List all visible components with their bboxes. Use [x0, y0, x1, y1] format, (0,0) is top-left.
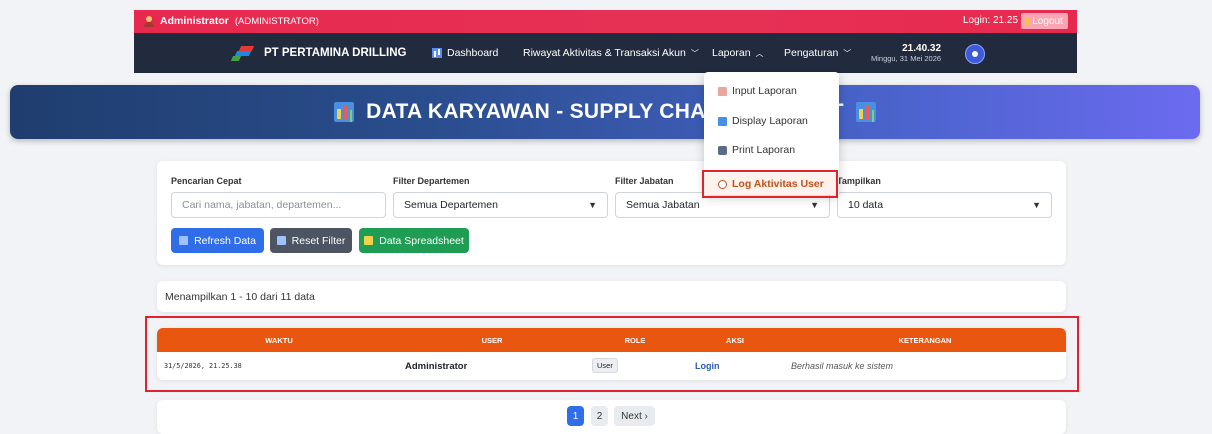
spreadsheet-label: Data Spreadsheet [379, 234, 464, 247]
logout-label: Logout [1032, 15, 1063, 27]
jabatan-filter-value: Semua Jabatan [626, 199, 700, 211]
printer-icon [718, 145, 727, 155]
chevron-down-icon: ▼ [1032, 200, 1041, 210]
clock-date: Minggu, 31 Mei 2026 [871, 54, 942, 63]
nav-dashboard-label: Dashboard [447, 47, 499, 59]
dept-filter-label: Filter Departemen [393, 176, 470, 186]
clock-time: 21.40.32 [902, 43, 942, 54]
refresh-icon [179, 236, 189, 245]
brand[interactable]: PT PERTAMINA DRILLING [230, 46, 407, 61]
menu-item-label: Input Laporan [732, 85, 797, 97]
logout-button[interactable]: Logout [1021, 13, 1068, 29]
brand-name: PT PERTAMINA DRILLING [264, 47, 407, 59]
menu-highlight-box [702, 170, 838, 198]
search-label: Pencarian Cepat [171, 176, 242, 186]
menu-item-input-laporan[interactable]: Input Laporan [718, 85, 797, 97]
spreadsheet-icon [364, 236, 374, 245]
refresh-button[interactable]: Refresh Data [171, 228, 264, 253]
user-name: Administrator [160, 15, 229, 27]
menu-item-label: Display Laporan [732, 115, 808, 127]
chevron-down-icon: ﹀ [690, 48, 699, 58]
table-highlight-box [145, 316, 1079, 392]
pagination: 1 2 Next › [157, 400, 1066, 434]
bar-chart-icon [334, 102, 355, 122]
pertamina-logo-icon [230, 46, 255, 61]
dept-filter-value: Semua Departemen [404, 199, 498, 211]
page-size-select[interactable]: 10 data ▼ [837, 192, 1052, 218]
chevron-down-icon: ▼ [810, 200, 819, 210]
dept-filter-select[interactable]: Semua Departemen ▼ [393, 192, 608, 218]
reset-icon [276, 236, 286, 245]
nav-dashboard[interactable]: Dashboard [432, 47, 498, 59]
jabatan-filter-label: Filter Jabatan [615, 176, 674, 186]
spreadsheet-button[interactable]: Data Spreadsheet [359, 228, 469, 253]
memo-icon [718, 86, 727, 96]
nav-laporan[interactable]: Laporan ︿ [712, 47, 764, 59]
reset-label: Reset Filter [291, 234, 346, 247]
page-button-2[interactable]: 2 [591, 406, 608, 426]
page-button-1[interactable]: 1 [567, 406, 584, 426]
user-icon [144, 15, 154, 27]
search-input[interactable]: Cari nama, jabatan, departemen... [171, 192, 386, 218]
nav-riwayat[interactable]: Riwayat Aktivitas & Transaksi Akun ﹀ [523, 47, 699, 59]
results-info: Menampilkan 1 - 10 dari 11 data [157, 281, 1066, 312]
bar-chart-icon [855, 102, 876, 122]
user-role: (ADMINISTRATOR) [234, 15, 319, 27]
avatar[interactable] [965, 44, 985, 64]
login-time: Login: 21.25 [963, 15, 1019, 26]
next-page-button[interactable]: Next › [614, 406, 655, 426]
chevron-down-icon: ﹀ [843, 48, 852, 58]
nav-pengaturan[interactable]: Pengaturan ﹀ [784, 47, 851, 59]
chart-icon [718, 116, 727, 126]
page-title-banner: DATA KARYAWAN - SUPPLY CHAINNT [10, 85, 1200, 139]
nav-laporan-label: Laporan [712, 47, 751, 59]
filter-panel: Pencarian Cepat Cari nama, jabatan, depa… [157, 161, 1066, 265]
top-user-bar: Administrator (ADMINISTRATOR) Login: 21.… [134, 10, 1077, 33]
page-size-value: 10 data [848, 199, 884, 211]
clock: 21.40.32 Minggu, 31 Mei 2026 [871, 43, 941, 63]
refresh-label: Refresh Data [194, 234, 256, 247]
chevron-down-icon: ▼ [588, 200, 597, 210]
dashboard-icon [432, 48, 442, 58]
tampilkan-label: Tampilkan [837, 176, 881, 186]
menu-item-display-laporan[interactable]: Display Laporan [718, 115, 808, 127]
nav-riwayat-label: Riwayat Aktivitas & Transaksi Akun [523, 47, 686, 59]
current-user: Administrator (ADMINISTRATOR) [144, 15, 319, 27]
results-count-text: Menampilkan 1 - 10 dari 11 data [165, 291, 315, 303]
menu-item-print-laporan[interactable]: Print Laporan [718, 144, 795, 156]
main-navbar: PT PERTAMINA DRILLING Dashboard Riwayat … [134, 33, 1077, 73]
menu-item-label: Print Laporan [732, 144, 796, 156]
chevron-up-icon: ︿ [755, 48, 764, 58]
nav-pengaturan-label: Pengaturan [784, 47, 839, 59]
reset-filter-button[interactable]: Reset Filter [270, 228, 352, 253]
logout-icon [1026, 17, 1030, 25]
